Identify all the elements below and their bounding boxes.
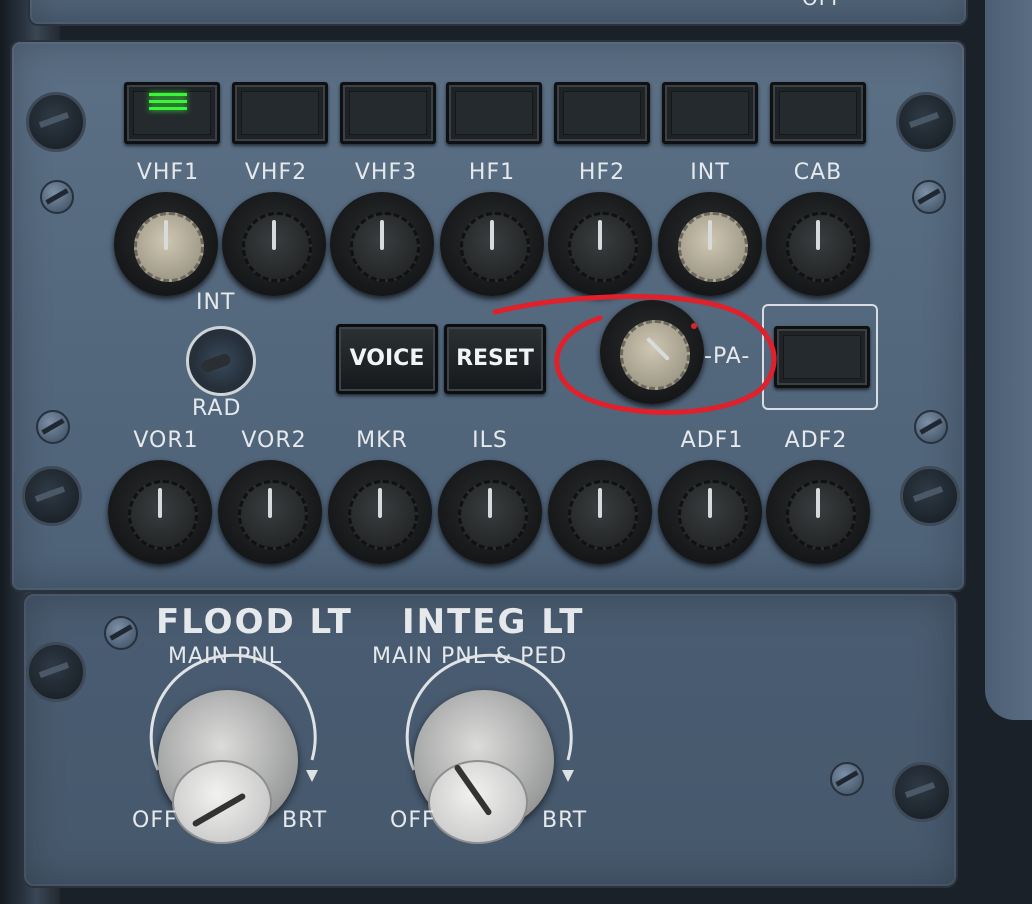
integ-arrow-icon <box>562 770 574 782</box>
integ-brt-label: BRT <box>542 808 588 833</box>
flood-lt-dimmer-knob[interactable] <box>158 690 298 844</box>
integ-off-label: OFF <box>390 808 436 833</box>
flood-off-label: OFF <box>132 808 178 833</box>
flood-brt-label: BRT <box>282 808 328 833</box>
flood-arrow-icon <box>306 770 318 782</box>
